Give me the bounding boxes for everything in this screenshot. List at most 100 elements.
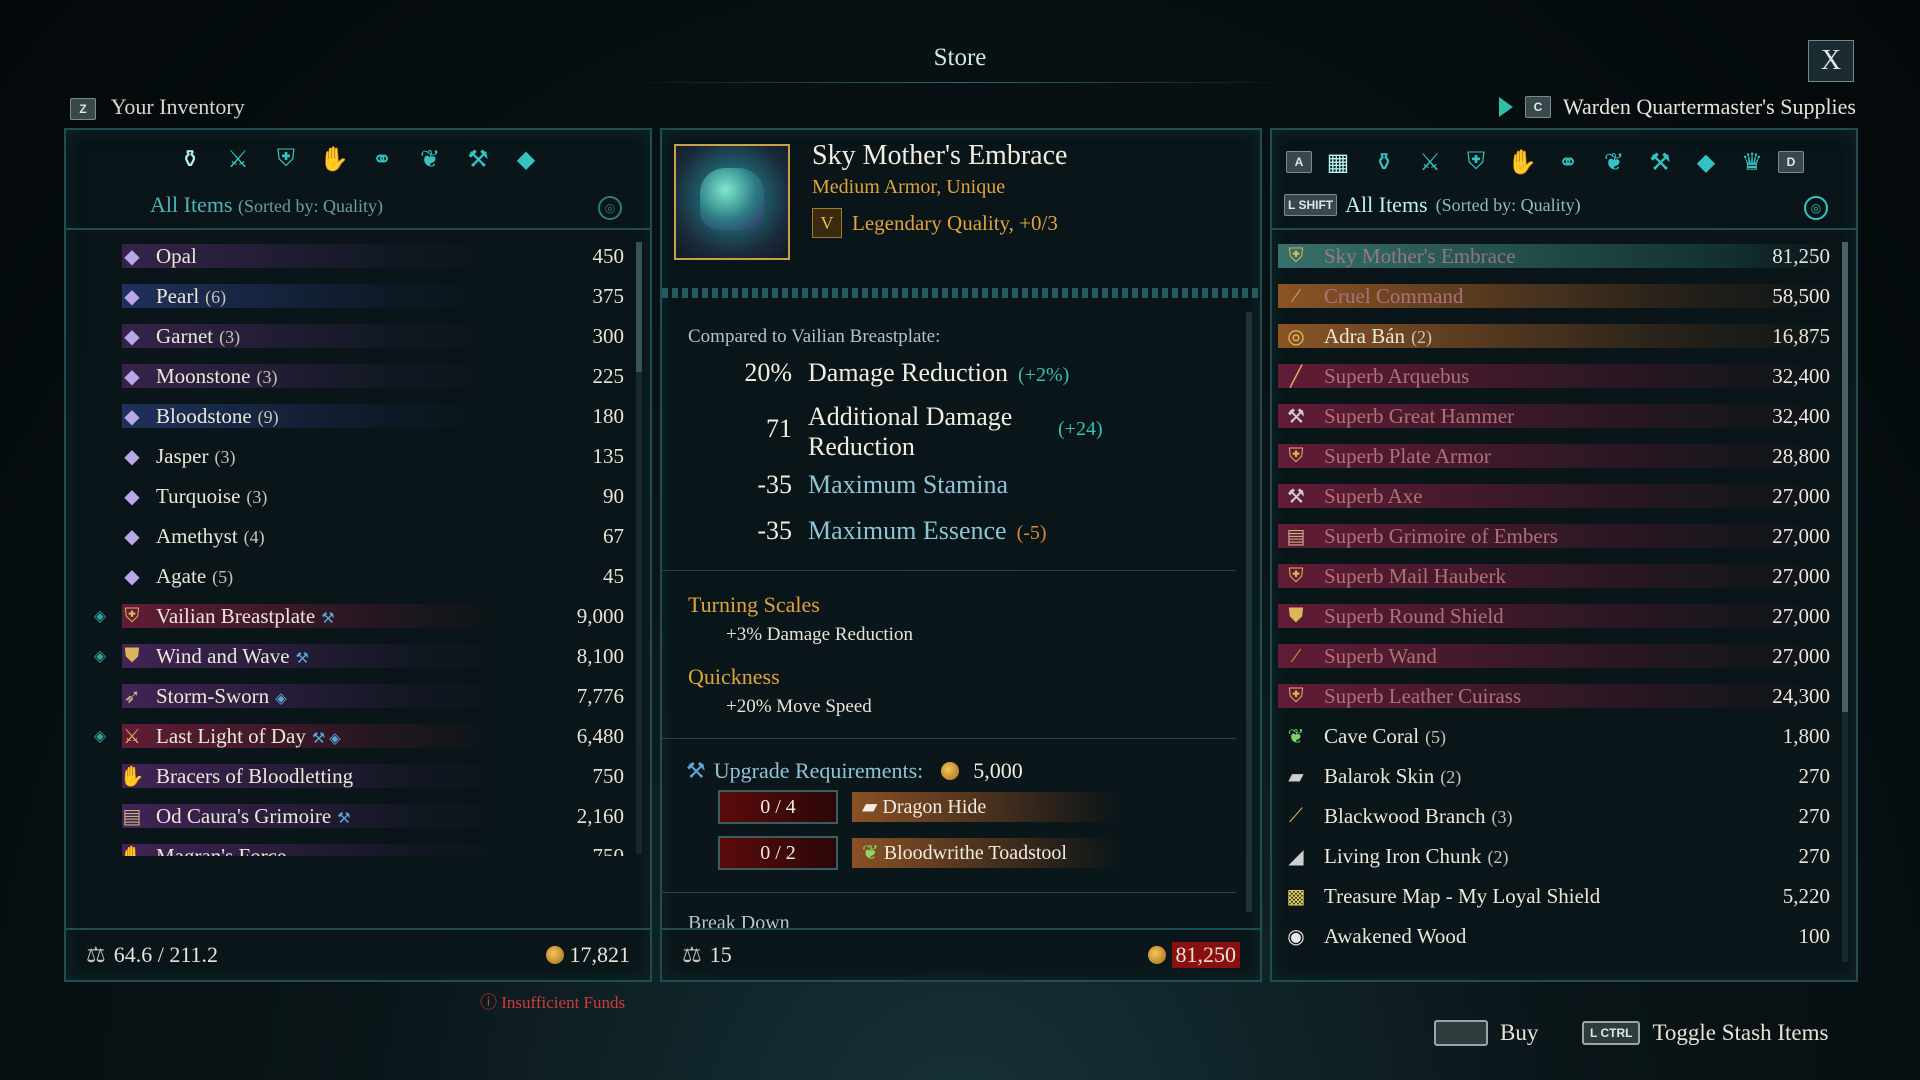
vendor-header: C Warden Quartermaster's Supplies bbox=[1499, 94, 1856, 120]
upgrade-anvil-icon[interactable]: ⚒ bbox=[1640, 143, 1680, 181]
jewelry-icon[interactable]: ⚭ bbox=[363, 140, 401, 178]
inventory-list-item[interactable]: ◆ Bloodstone (9) 180 bbox=[86, 396, 624, 436]
quality-badge: V bbox=[812, 208, 842, 238]
crafting-materials-icon[interactable]: ❦ bbox=[1594, 143, 1634, 181]
armor-icon: ⛨ bbox=[124, 604, 140, 627]
vendor-list-item[interactable]: ◉ Beetle Shell 100 bbox=[1278, 956, 1830, 967]
armor-icon[interactable]: ⛨ bbox=[1456, 143, 1496, 181]
vendor-list-item[interactable]: ▩ Treasure Map - My Loyal Shield 5,220 bbox=[1278, 876, 1830, 916]
bracer-icon: ✋ bbox=[114, 844, 150, 857]
armor-icon: ⛨ bbox=[1288, 564, 1304, 587]
inventory-list-item[interactable]: ▤ Od Caura's Grimoire ⚒ 2,160 bbox=[86, 796, 624, 836]
weight-icon: ⚖ bbox=[86, 942, 106, 967]
vendor-list-item[interactable]: ◎ Adra Bán (2) 16,875 bbox=[1278, 316, 1830, 356]
armor-icon[interactable]: ⛨ bbox=[267, 140, 305, 178]
crown-icon[interactable]: ♛ bbox=[1732, 143, 1772, 181]
vendor-list-item[interactable]: ⛨ Sky Mother's Embrace 81,250 bbox=[1278, 236, 1830, 276]
all-items-icon[interactable]: ⚱ bbox=[171, 140, 209, 178]
item-value: 750 bbox=[592, 843, 625, 857]
chest-icon[interactable]: ▦ bbox=[1318, 143, 1358, 181]
item-name-text: Amethyst bbox=[156, 523, 238, 548]
jewelry-icon[interactable]: ⚭ bbox=[1548, 143, 1588, 181]
vendor-category-tabs: A ▦ ⚱ ⚔ ⛨ ✋ ⚭ ❦ ⚒ ◆ ♛ D bbox=[1280, 140, 1848, 184]
vendor-list-item[interactable]: ⁄ Cruel Command 58,500 bbox=[1278, 276, 1830, 316]
vendor-scroll-thumb[interactable] bbox=[1842, 242, 1848, 712]
stat-delta: (+24) bbox=[1058, 418, 1103, 440]
gem-icon: ◆ bbox=[124, 485, 140, 508]
inventory-list-item[interactable]: ◈ ⛊ Wind and Wave ⚒ 8,100 bbox=[86, 636, 624, 676]
inventory-list-item[interactable]: ◈ ⛨ Vailian Breastplate ⚒ 9,000 bbox=[86, 596, 624, 636]
weapons-icon[interactable]: ⚔ bbox=[1410, 143, 1450, 181]
gun-icon: ╱ bbox=[1289, 365, 1303, 388]
inventory-list-item[interactable]: ◆ Pearl (6) 375 bbox=[86, 276, 624, 316]
vendor-list-item[interactable]: ╱ Superb Arquebus 32,400 bbox=[1278, 356, 1830, 396]
item-name: Adra Bán (2) bbox=[1314, 324, 1730, 349]
vendor-list-item[interactable]: ⁄ Superb Wand 27,000 bbox=[1278, 636, 1830, 676]
inventory-list-item[interactable]: ◆ Opal 450 bbox=[86, 236, 624, 276]
hand-armor-icon[interactable]: ✋ bbox=[1502, 143, 1542, 181]
item-name-text: Magran's Force bbox=[156, 843, 287, 857]
gems-icon[interactable]: ◆ bbox=[1686, 143, 1726, 181]
inventory-list-item[interactable]: ✋ Magran's Force 750 bbox=[86, 836, 624, 856]
vendor-list-item[interactable]: ◢ Living Iron Chunk (2) 270 bbox=[1278, 836, 1830, 876]
item-quantity: (2) bbox=[1440, 766, 1462, 787]
vendor-list-item[interactable]: ▰ Balarok Skin (2) 270 bbox=[1278, 756, 1830, 796]
item-name-text: Cruel Command bbox=[1324, 283, 1464, 308]
close-button[interactable]: X bbox=[1808, 40, 1854, 82]
vendor-list-item[interactable]: ⛨ Superb Leather Cuirass 24,300 bbox=[1278, 676, 1830, 716]
stat-label: Maximum Essence bbox=[808, 516, 1007, 545]
buy-action[interactable]: Buy bbox=[1434, 1020, 1538, 1046]
inventory-list-item[interactable]: ◆ Jasper (3) 135 bbox=[86, 436, 624, 476]
inventory-list-item[interactable]: ✋ Bracers of Bloodletting 750 bbox=[86, 756, 624, 796]
requirement-dragon-hide: 0 / 4 ▰ Dragon Hide bbox=[718, 790, 1118, 824]
hand-armor-icon[interactable]: ✋ bbox=[315, 140, 353, 178]
ring-icon: ◎ bbox=[1287, 325, 1305, 348]
weapons-icon[interactable]: ⚔ bbox=[219, 140, 257, 178]
crafting-materials-icon[interactable]: ❦ bbox=[411, 140, 449, 178]
inventory-list-item[interactable]: ◆ Turquoise (3) 90 bbox=[86, 476, 624, 516]
vendor-list-item[interactable]: ⛨ Superb Mail Hauberk 27,000 bbox=[1278, 556, 1830, 596]
upgrade-cost: 5,000 bbox=[973, 758, 1023, 783]
item-name-text: Living Iron Chunk bbox=[1324, 843, 1482, 868]
vendor-list-item[interactable]: ◉ Awakened Wood 100 bbox=[1278, 916, 1830, 956]
item-name-text: Agate bbox=[156, 563, 207, 588]
inventory-list-item[interactable]: ◈ ⚔ Last Light of Day ⚒ ◈ 6,480 bbox=[86, 716, 624, 756]
vendor-list-item[interactable]: ⚒ Superb Axe 27,000 bbox=[1278, 476, 1830, 516]
toggle-stash-action[interactable]: L CTRL Toggle Stash Items bbox=[1582, 1020, 1828, 1046]
filter-icon[interactable]: ◎ bbox=[598, 196, 622, 220]
coin-icon bbox=[1147, 946, 1166, 964]
requirement-material-name: Bloodwrithe Toadstool bbox=[883, 842, 1067, 864]
inventory-sort-label[interactable]: All Items (Sorted by: Quality) bbox=[150, 192, 383, 218]
vendor-title: Warden Quartermaster's Supplies bbox=[1563, 94, 1856, 119]
details-scrollbar[interactable] bbox=[1246, 312, 1252, 912]
item-value: 135 bbox=[592, 443, 625, 468]
vendor-list-item[interactable]: ⛨ Superb Plate Armor 28,800 bbox=[1278, 436, 1830, 476]
item-name-text: Bloodstone bbox=[156, 403, 252, 428]
vendor-list-item[interactable]: ❦ Cave Coral (5) 1,800 bbox=[1278, 716, 1830, 756]
inventory-scroll-thumb[interactable] bbox=[636, 242, 642, 372]
item-name: Bracers of Bloodletting bbox=[150, 764, 534, 789]
item-value: 1,800 bbox=[1782, 723, 1830, 748]
inventory-list-item[interactable]: ◆ Moonstone (3) 225 bbox=[86, 356, 624, 396]
inventory-list-item[interactable]: ◆ Amethyst (4) 67 bbox=[86, 516, 624, 556]
item-name: Pearl (6) bbox=[150, 284, 534, 309]
item-name: Treasure Map - My Loyal Shield bbox=[1314, 884, 1730, 909]
vendor-list-item[interactable]: ⚒ Superb Great Hammer 32,400 bbox=[1278, 396, 1830, 436]
bracer-icon: ✋ bbox=[119, 765, 145, 788]
inventory-list-item[interactable]: ◆ Agate (5) 45 bbox=[86, 556, 624, 596]
inventory-list-item[interactable]: ◆ Garnet (3) 300 bbox=[86, 316, 624, 356]
vendor-list-item[interactable]: ▤ Superb Grimoire of Embers 27,000 bbox=[1278, 516, 1830, 556]
wand-icon: ⁄ bbox=[1294, 644, 1298, 667]
gem-icon: ◆ bbox=[124, 525, 140, 548]
item-value: 24,300 bbox=[1772, 683, 1830, 708]
inventory-list-item[interactable]: ➶ Storm-Sworn ◈ 7,776 bbox=[86, 676, 624, 716]
filter-icon[interactable]: ◎ bbox=[1804, 196, 1828, 220]
vendor-list-item[interactable]: ⟋ Blackwood Branch (3) 270 bbox=[1278, 796, 1830, 836]
upgrade-anvil-icon[interactable]: ⚒ bbox=[459, 140, 497, 178]
gems-icon[interactable]: ◆ bbox=[507, 140, 545, 178]
item-name-text: Superb Round Shield bbox=[1324, 603, 1504, 628]
all-items-icon[interactable]: ⚱ bbox=[1364, 143, 1404, 181]
panel-divider bbox=[66, 228, 650, 230]
vendor-list-item[interactable]: ⛊ Superb Round Shield 27,000 bbox=[1278, 596, 1830, 636]
vendor-sort-label[interactable]: L SHIFT All Items (Sorted by: Quality) bbox=[1284, 192, 1581, 218]
